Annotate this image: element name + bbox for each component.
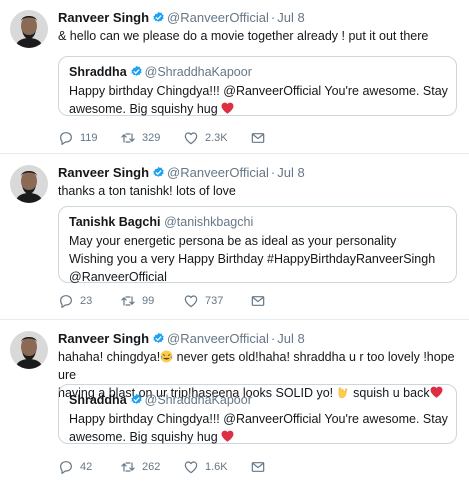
red-heart-emoji <box>221 102 234 114</box>
quoted-text: Happy birthday Chingdya!!! @RanveerOffic… <box>69 412 448 444</box>
tweet[interactable]: Ranveer Singh @RanveerOfficial · Jul 8 & he… <box>0 0 469 154</box>
tweet-actions: 42 262 1.6K <box>58 459 278 475</box>
retweet-button[interactable]: 99 <box>120 293 154 309</box>
tweet-time[interactable]: Jul 8 <box>277 10 304 25</box>
like-icon <box>183 130 199 146</box>
red-heart-emoji <box>221 430 234 442</box>
quoted-text: Happy birthday Chingdya!!! @RanveerOffic… <box>69 84 448 116</box>
tweet[interactable]: Ranveer Singh @RanveerOfficial · Jul 8 haha… <box>0 321 469 481</box>
like-button[interactable]: 737 <box>183 293 223 309</box>
quoted-text: May your energetic persona be as ideal a… <box>69 234 436 284</box>
verified-badge-icon <box>152 332 165 345</box>
tweet-text: & hello can we please do a movie togethe… <box>58 29 429 43</box>
tweet-time[interactable]: Jul 8 <box>277 165 304 180</box>
tweet-time[interactable]: Jul 8 <box>277 331 304 346</box>
quoted-author-name: Shraddha <box>69 393 127 407</box>
avatar[interactable] <box>10 10 48 48</box>
verified-badge-icon <box>130 393 143 406</box>
quoted-tweet[interactable]: Shraddha @ShraddhaKapoor Happy birthday C… <box>58 384 457 444</box>
reply-icon <box>58 130 74 146</box>
author-handle[interactable]: @RanveerOfficial <box>167 165 269 180</box>
like-button[interactable]: 1.6K <box>183 459 228 475</box>
reply-count: 42 <box>80 461 93 473</box>
retweet-button[interactable]: 329 <box>120 130 160 146</box>
direct-message-icon <box>250 293 266 309</box>
direct-message-button[interactable] <box>250 459 266 475</box>
retweet-icon <box>120 130 136 146</box>
direct-message-icon <box>250 459 266 475</box>
like-button[interactable]: 2.3K <box>183 130 228 146</box>
reply-count: 23 <box>80 295 93 307</box>
retweet-count: 99 <box>142 295 155 307</box>
direct-message-button[interactable] <box>250 130 266 146</box>
quoted-author-name: Tanishk Bagchi <box>69 215 161 229</box>
like-icon <box>183 293 199 309</box>
tweet-actions: 23 99 737 <box>58 293 278 309</box>
retweet-count: 262 <box>142 461 161 473</box>
separator: · <box>270 165 276 180</box>
like-count: 2.3K <box>205 132 228 144</box>
like-icon <box>183 459 199 475</box>
author-handle[interactable]: @RanveerOfficial <box>167 331 269 346</box>
reply-count: 119 <box>80 132 98 144</box>
quoted-author-handle: @tanishkbagchi <box>164 215 254 229</box>
quoted-tweet[interactable]: Shraddha @ShraddhaKapoor Happy birthday C… <box>58 56 457 116</box>
retweet-icon <box>120 293 136 309</box>
direct-message-icon <box>250 130 266 146</box>
verified-badge-icon <box>152 11 165 24</box>
author-name[interactable]: Ranveer Singh <box>58 165 149 180</box>
reply-button[interactable]: 42 <box>58 459 92 475</box>
tweet-actions: 119 329 2.3K <box>58 130 278 146</box>
verified-badge-icon <box>152 166 165 179</box>
retweet-count: 329 <box>142 132 161 144</box>
separator: · <box>270 10 276 25</box>
retweet-button[interactable]: 262 <box>120 459 160 475</box>
quoted-author-handle: @ShraddhaKapoor <box>144 393 252 407</box>
author-name[interactable]: Ranveer Singh <box>58 331 149 346</box>
author-name[interactable]: Ranveer Singh <box>58 10 149 25</box>
like-count: 1.6K <box>205 461 228 473</box>
reply-button[interactable]: 119 <box>58 130 98 146</box>
separator: · <box>270 331 276 346</box>
reply-button[interactable]: 23 <box>58 293 92 309</box>
reply-icon <box>58 293 74 309</box>
quoted-tweet[interactable]: Tanishk Bagchi @tanishkbagchi May your e… <box>58 206 457 284</box>
quoted-author-name: Shraddha <box>69 65 127 79</box>
author-handle[interactable]: @RanveerOfficial <box>167 10 269 25</box>
avatar[interactable] <box>10 165 48 203</box>
avatar[interactable] <box>10 331 48 369</box>
like-count: 737 <box>205 295 224 307</box>
tweet[interactable]: Ranveer Singh @RanveerOfficial · Jul 8 than… <box>0 155 469 320</box>
retweet-icon <box>120 459 136 475</box>
quoted-author-handle: @ShraddhaKapoor <box>144 65 252 79</box>
direct-message-button[interactable] <box>250 293 266 309</box>
reply-icon <box>58 459 74 475</box>
tweet-text: thanks a ton tanishk! lots of love <box>58 184 236 198</box>
verified-badge-icon <box>130 65 143 78</box>
tears-of-joy-emoji <box>160 350 173 363</box>
